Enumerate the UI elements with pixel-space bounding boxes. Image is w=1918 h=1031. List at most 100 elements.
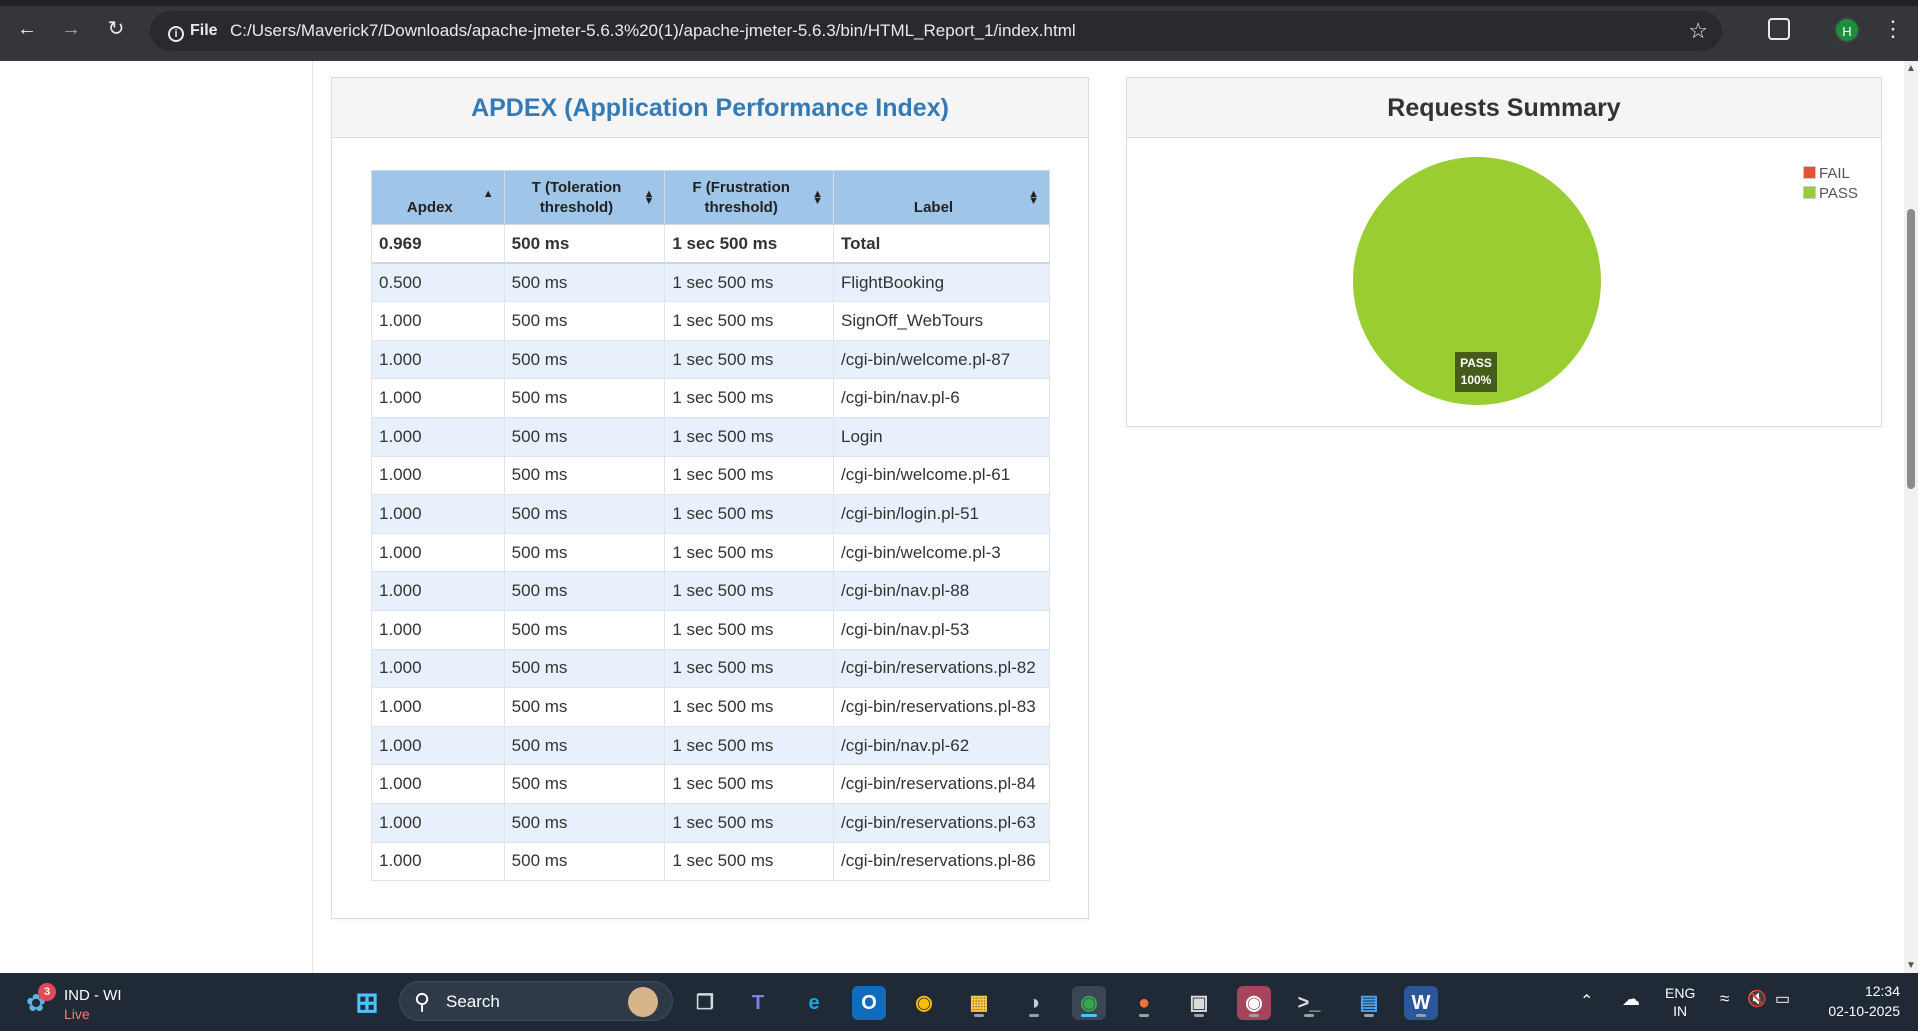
toleration-cell: 500 ms [503, 494, 666, 534]
sort-icon: ▲ ▼ [1028, 188, 1039, 207]
table-row: 1.000 500 ms 1 sec 500 ms/cgi-bin/nav.pl-5… [371, 609, 1050, 650]
teams-icon[interactable]: T [741, 986, 775, 1020]
table-row: 1.000 500 ms 1 sec 500 ms/cgi-bin/nav.pl-6 [371, 378, 1050, 418]
notepad-icon[interactable]: ▤ [1352, 986, 1386, 1020]
page-scrollbar[interactable]: ▲ ▼ [1904, 61, 1918, 973]
frustration-cell: 1 sec 500 ms [664, 648, 835, 689]
apdex-cell: 1.000 [371, 802, 505, 843]
running-indicator [1304, 1014, 1314, 1017]
running-indicator [974, 1014, 984, 1017]
apdex-cell: 1.000 [371, 764, 505, 804]
news-widget[interactable]: ✿ 3 IND - WI Live [24, 983, 144, 1023]
profile-avatar[interactable]: H [1834, 17, 1860, 43]
file-explorer-icon[interactable]: ▦ [962, 986, 996, 1020]
more-menu-icon[interactable]: ⋮ [1882, 16, 1904, 42]
start-button-icon[interactable]: ⊞ [350, 986, 384, 1020]
sort-icon: ▲ ▼ [812, 188, 824, 207]
bookmark-star-icon[interactable]: ☆ [1688, 11, 1708, 51]
recording-app-icon[interactable]: ◉ [1237, 986, 1271, 1020]
label-cell: FlightBooking [833, 262, 1050, 303]
apdex-cell: 1.000 [371, 532, 505, 573]
outlook-icon[interactable]: O [852, 986, 886, 1020]
table-row: 1.000 500 ms 1 sec 500 ms/cgi-bin/reservat… [371, 802, 1050, 843]
active-indicator [1081, 1014, 1097, 1017]
requests-summary-panel: Requests Summary PASS 100% FAIL PASS [1126, 77, 1882, 427]
running-indicator [1249, 1014, 1259, 1017]
address-bar[interactable]: i File C:/Users/Maverick7/Downloads/apach… [150, 11, 1722, 51]
task-view-icon[interactable]: ❐ [688, 986, 722, 1020]
table-row: 1.000 500 ms 1 sec 500 ms/cgi-bin/reservat… [371, 764, 1050, 804]
scroll-up-icon[interactable]: ▲ [1906, 63, 1916, 74]
apdex-cell: 0.969 [371, 224, 505, 265]
apdex-cell: 1.000 [371, 648, 505, 689]
scroll-down-icon[interactable]: ▼ [1906, 960, 1916, 971]
chevron-up-icon[interactable]: ⌃ [1580, 991, 1593, 1011]
column-header-apdex[interactable]: Apdex ▲ [371, 170, 505, 225]
chart-legend[interactable]: FAIL PASS [1803, 164, 1858, 204]
frustration-cell: 1 sec 500 ms [664, 378, 835, 418]
battery-icon[interactable]: ▭ [1775, 989, 1790, 1009]
file-chip-label: File [190, 22, 218, 39]
label-cell: /cgi-bin/welcome.pl-3 [833, 532, 1050, 573]
language-indicator[interactable]: ENG IN [1665, 984, 1695, 1020]
running-indicator [1139, 1014, 1149, 1017]
table-row: 1.000 500 ms 1 sec 500 ms Login [371, 416, 1050, 457]
legend-item-pass[interactable]: PASS [1803, 184, 1858, 204]
browser-toolbar: ← → ↻ i File C:/Users/Maverick7/Downloads… [0, 0, 1918, 61]
column-header-label: Label [913, 199, 954, 216]
column-header-label[interactable]: Label ▲ ▼ [833, 170, 1050, 225]
edge-icon[interactable]: e [797, 986, 831, 1020]
frustration-cell: 1 sec 500 ms [664, 532, 835, 573]
requests-summary-title: Requests Summary [1127, 78, 1881, 138]
system-clock[interactable]: 12:34 02-10-2025 [1810, 981, 1900, 1021]
toleration-cell: 500 ms [503, 764, 666, 804]
table-row: 1.000 500 ms 1 sec 500 ms/cgi-bin/welcome.… [371, 339, 1050, 380]
extensions-icon[interactable] [1768, 18, 1790, 40]
onedrive-icon[interactable]: ☁ [1622, 989, 1640, 1010]
column-header-toleration[interactable]: T (Toleration threshold) ▲ ▼ [503, 170, 666, 225]
apdex-cell: 1.000 [371, 339, 505, 380]
notification-badge: 3 [38, 983, 56, 1001]
table-row: 1.000 500 ms 1 sec 500 ms/cgi-bin/nav.pl-8… [371, 571, 1050, 611]
apdex-cell: 1.000 [371, 301, 505, 341]
label-cell: /cgi-bin/login.pl-51 [833, 494, 1050, 534]
url-text[interactable]: C:/Users/Maverick7/Downloads/apache-jmet… [230, 11, 1076, 51]
label-cell: /cgi-bin/reservations.pl-86 [833, 841, 1050, 882]
label-cell: Total [833, 224, 1050, 265]
table-row: 0.500 500 ms 1 sec 500 ms FlightBooking [371, 262, 1050, 303]
apdex-cell: 1.000 [371, 841, 505, 882]
windows-taskbar: ✿ 3 IND - WI Live ⊞ ⚲ Search ❐ T e O ◉ ▦… [0, 973, 1918, 1031]
legend-item-fail[interactable]: FAIL [1803, 164, 1858, 184]
widget-title: IND - WI [64, 987, 122, 1004]
firefox-icon[interactable]: ● [1127, 986, 1161, 1020]
toleration-cell: 500 ms [503, 725, 666, 766]
toleration-cell: 500 ms [503, 262, 666, 303]
forward-arrow-icon[interactable]: → [58, 16, 84, 42]
command-prompt-icon[interactable]: ▣ [1182, 986, 1216, 1020]
search-highlight-image [628, 987, 658, 1017]
chrome-dev-icon[interactable]: ◉ [1072, 986, 1106, 1020]
frustration-cell: 1 sec 500 ms [664, 841, 835, 882]
taskbar-search[interactable]: ⚲ Search [399, 981, 673, 1021]
eclipse-icon[interactable]: ◑ [1017, 986, 1051, 1020]
apdex-cell: 1.000 [371, 378, 505, 418]
word-icon[interactable]: W [1404, 986, 1438, 1020]
site-info-chip[interactable]: i File [160, 17, 226, 45]
region-code: IN [1673, 1003, 1688, 1019]
sort-icon: ▲ ▼ [643, 188, 655, 207]
back-arrow-icon[interactable]: ← [14, 16, 40, 42]
frustration-cell: 1 sec 500 ms [664, 494, 835, 534]
toleration-cell: 500 ms [503, 841, 666, 882]
chrome-icon[interactable]: ◉ [907, 986, 941, 1020]
frustration-cell: 1 sec 500 ms [664, 262, 835, 303]
table-row: 1.000 500 ms 1 sec 500 ms/cgi-bin/reservat… [371, 648, 1050, 689]
sort-asc-icon: ▲ [482, 188, 494, 200]
toleration-cell: 500 ms [503, 648, 666, 689]
column-header-frustration[interactable]: F (Frustration threshold) ▲ ▼ [664, 170, 835, 225]
toleration-cell: 500 ms [503, 378, 666, 418]
terminal-icon[interactable]: >_ [1292, 986, 1326, 1020]
wifi-icon[interactable]: ≈ [1720, 989, 1729, 1009]
speaker-muted-icon[interactable]: 🔇 [1747, 989, 1767, 1009]
reload-icon[interactable]: ↻ [103, 16, 129, 42]
scroll-thumb[interactable] [1907, 209, 1915, 489]
